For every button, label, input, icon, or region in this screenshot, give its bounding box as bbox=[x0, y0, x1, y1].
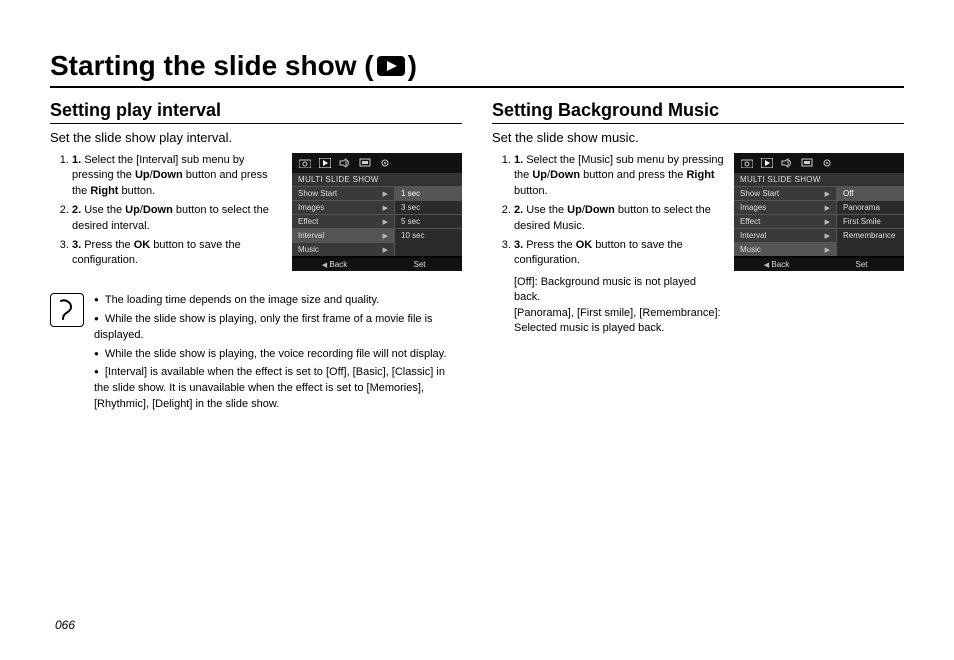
title-prefix: Starting the slide show ( bbox=[50, 50, 374, 82]
play-in-box-icon bbox=[376, 55, 406, 77]
menu-option: 10 sec bbox=[395, 228, 462, 242]
section-heading-music: Setting Background Music bbox=[492, 100, 904, 124]
note-box: The loading time depends on the image si… bbox=[50, 293, 462, 417]
menu-option: First Smile bbox=[837, 214, 904, 228]
extra-notes-music: [Off]: Background music is not played ba… bbox=[492, 275, 724, 337]
menu-option: Off bbox=[837, 186, 904, 200]
step: 2.Use the Up/Down button to select the d… bbox=[72, 203, 282, 234]
menu-option: 3 sec bbox=[395, 200, 462, 214]
step: 1.Select the [Music] sub menu by pressin… bbox=[514, 153, 724, 199]
menu-tab-icons bbox=[292, 153, 462, 173]
extra-note: [Off]: Background music is not played ba… bbox=[514, 275, 724, 306]
left-column: Setting play interval Set the slide show… bbox=[50, 100, 462, 416]
page-title: Starting the slide show ( ) bbox=[50, 50, 904, 88]
menu-footer-set: Set bbox=[377, 258, 462, 271]
note-item: The loading time depends on the image si… bbox=[94, 293, 462, 309]
menu-tab-icons bbox=[734, 153, 904, 173]
section-intro-music: Set the slide show music. bbox=[492, 130, 904, 145]
menu-footer-back: ◀ Back bbox=[734, 258, 819, 271]
camera-menu-screenshot: MULTI SLIDE SHOW Show Start▶ Images▶ Eff… bbox=[734, 153, 904, 271]
step: 1.Select the [Interval] sub menu by pres… bbox=[72, 153, 282, 199]
note-item: While the slide show is playing, only th… bbox=[94, 312, 462, 344]
menu-footer-set: Set bbox=[819, 258, 904, 271]
step: 3.Press the OK button to save the config… bbox=[72, 238, 282, 269]
menu-item: Images▶ bbox=[292, 200, 394, 214]
display-icon bbox=[358, 157, 372, 169]
steps-interval: 1.Select the [Interval] sub menu by pres… bbox=[50, 153, 282, 273]
play-icon bbox=[318, 157, 332, 169]
menu-item: Music▶ bbox=[734, 242, 836, 256]
menu-item: Interval▶ bbox=[292, 228, 394, 242]
menu-option: Panorama bbox=[837, 200, 904, 214]
menu-item: Show Start▶ bbox=[734, 186, 836, 200]
note-icon bbox=[50, 293, 84, 327]
note-list: The loading time depends on the image si… bbox=[94, 293, 462, 417]
page-number: 066 bbox=[55, 618, 75, 632]
step: 2.Use the Up/Down button to select the d… bbox=[514, 203, 724, 234]
section-intro-interval: Set the slide show play interval. bbox=[50, 130, 462, 145]
play-icon bbox=[760, 157, 774, 169]
gear-icon bbox=[378, 157, 392, 169]
gear-icon bbox=[820, 157, 834, 169]
menu-option: Remembrance bbox=[837, 228, 904, 242]
menu-item: Interval▶ bbox=[734, 228, 836, 242]
menu-option: 5 sec bbox=[395, 214, 462, 228]
sound-icon bbox=[338, 157, 352, 169]
note-item: [Interval] is available when the effect … bbox=[94, 365, 462, 413]
menu-footer-back: ◀ Back bbox=[292, 258, 377, 271]
note-item: While the slide show is playing, the voi… bbox=[94, 347, 462, 363]
menu-item: Show Start▶ bbox=[292, 186, 394, 200]
menu-item: Effect▶ bbox=[292, 214, 394, 228]
section-heading-interval: Setting play interval bbox=[50, 100, 462, 124]
camera-icon bbox=[298, 157, 312, 169]
menu-header: MULTI SLIDE SHOW bbox=[734, 173, 904, 186]
step: 3.Press the OK button to save the config… bbox=[514, 238, 724, 269]
camera-menu-screenshot: MULTI SLIDE SHOW Show Start▶ Images▶ Eff… bbox=[292, 153, 462, 271]
title-suffix: ) bbox=[408, 50, 417, 82]
menu-item: Images▶ bbox=[734, 200, 836, 214]
sound-icon bbox=[780, 157, 794, 169]
menu-item: Music▶ bbox=[292, 242, 394, 256]
right-column: Setting Background Music Set the slide s… bbox=[492, 100, 904, 416]
extra-note: [Panorama], [First smile], [Remembrance]… bbox=[514, 306, 724, 337]
camera-icon bbox=[740, 157, 754, 169]
menu-item: Effect▶ bbox=[734, 214, 836, 228]
menu-option: 1 sec bbox=[395, 186, 462, 200]
menu-header: MULTI SLIDE SHOW bbox=[292, 173, 462, 186]
steps-music: 1.Select the [Music] sub menu by pressin… bbox=[492, 153, 724, 269]
display-icon bbox=[800, 157, 814, 169]
